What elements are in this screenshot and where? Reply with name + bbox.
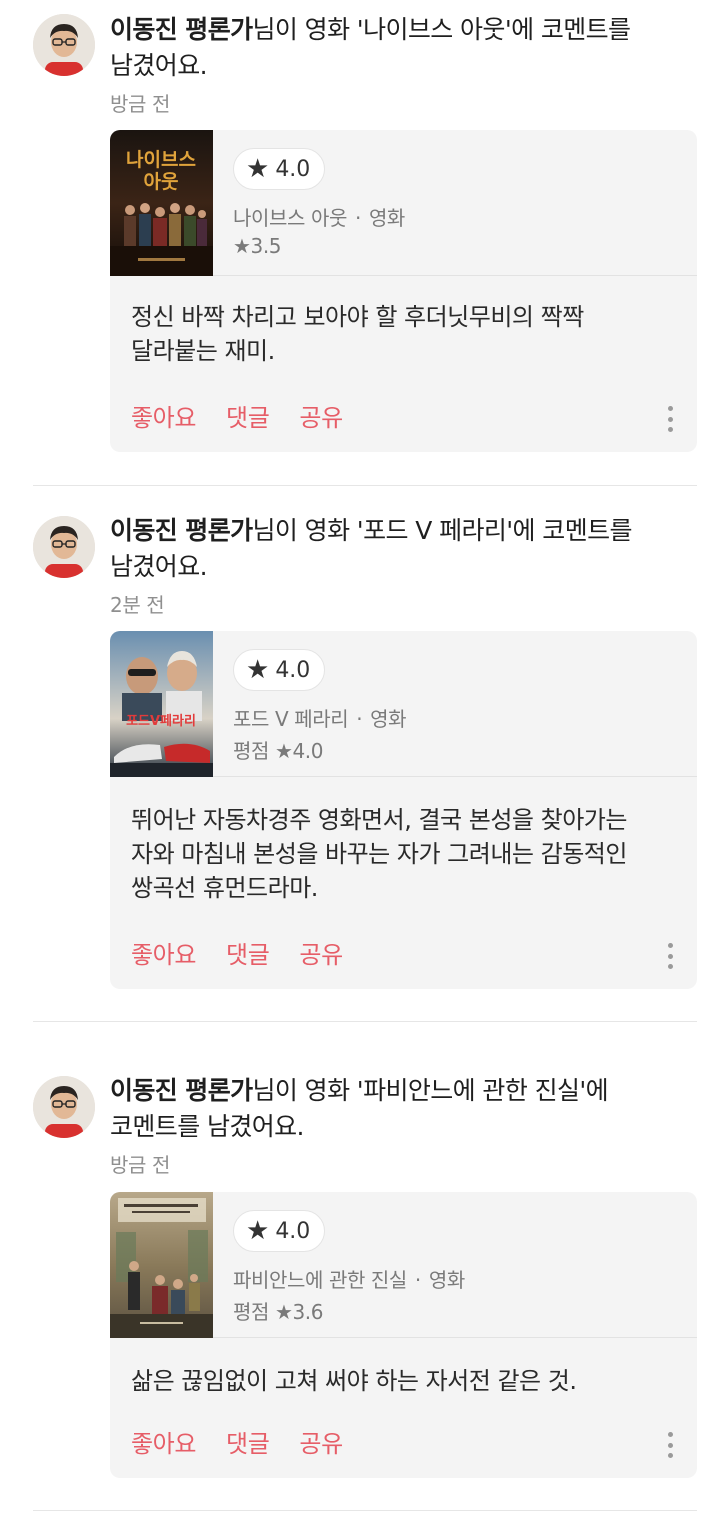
action-bar: 좋아요 댓글 공유 [131,935,343,970]
star-icon: ★ [246,154,270,184]
share-button[interactable]: 공유 [299,398,343,433]
movie-meta: 나이브스 아웃 · 영화 [233,202,405,231]
comment-text[interactable]: 정신 바짝 차리고 보아야 할 후더닛무비의 짝짝 달라붙는 재미. [131,300,681,368]
rating-value: 4.0 [275,657,311,683]
comment-line: 쌍곡선 휴먼드라마. [131,874,318,902]
star-icon: ★ [246,655,270,685]
comment-text[interactable]: 삶은 끊임없이 고쳐 써야 하는 자서전 같은 것. [131,1364,681,1398]
movie-category: 영화 [370,707,407,731]
average-rating: ★3.5 [233,234,282,258]
activity-text-2: 코멘트를 남겼어요. [110,1112,305,1141]
like-button[interactable]: 좋아요 [131,1424,196,1459]
comment-card[interactable]: 포드V페라리 ★ 4.0 포드 V 페라리 · 영화 평점 ★4.0 뛰어난 자동차… [110,631,697,989]
share-button[interactable]: 공유 [299,1424,343,1459]
activity-text: 님이 영화 '나이브스 아웃'에 코멘트를 [252,15,632,44]
separator-dot: · [414,1268,421,1292]
movie-poster[interactable] [110,1192,213,1338]
poster-image: 나이브스 아웃 [110,130,213,276]
my-rating-badge: ★ 4.0 [233,148,326,190]
user-name[interactable]: 이동진 평론가 [110,1076,253,1105]
like-button[interactable]: 좋아요 [131,398,196,433]
timestamp: 방금 전 [110,1153,170,1177]
more-dot [667,1442,673,1448]
poster-title-1: 나이브스 [126,149,196,171]
activity-headline: 이동진 평론가님이 영화 '파비안느에 관한 진실'에 코멘트를 남겼어요. [110,1073,680,1145]
more-dot [667,427,673,432]
user-name[interactable]: 이동진 평론가 [110,516,253,545]
separator-dot: · [354,206,361,230]
divider [33,485,697,486]
comment-card[interactable]: ★ 4.0 파비안느에 관한 진실 · 영화 평점 ★3.6 삶은 끊임없이 고쳐 … [110,1192,697,1478]
movie-info[interactable]: 포드V페라리 ★ 4.0 포드 V 페라리 · 영화 평점 ★4.0 [110,631,697,777]
like-button[interactable]: 좋아요 [131,935,196,970]
timestamp: 방금 전 [110,92,170,116]
movie-poster[interactable]: 나이브스 아웃 [110,130,213,276]
reply-button[interactable]: 댓글 [226,398,270,433]
more-options-icon[interactable] [663,1430,677,1460]
divider [33,1510,697,1511]
avatar-image [33,14,95,76]
more-dot [667,953,673,959]
movie-info[interactable]: 나이브스 아웃 ★ 4.0 나이브스 아웃 · 영화 ★3.5 [110,130,697,276]
star-icon: ★ [246,1216,270,1246]
my-rating-badge: ★ 4.0 [233,649,326,691]
reply-button[interactable]: 댓글 [226,935,270,970]
my-rating-badge: ★ 4.0 [233,1210,326,1252]
average-rating: 평점 ★4.0 [233,739,324,763]
activity-text: 님이 영화 '포드 V 페라리'에 코멘트를 [252,516,633,545]
activity-text-2: 남겼어요. [110,552,208,581]
rating-value: 4.0 [275,156,311,182]
action-bar: 좋아요 댓글 공유 [131,1424,343,1459]
rating-value: 4.0 [275,1218,311,1244]
more-dot [667,1453,673,1458]
divider [33,1021,697,1022]
movie-meta: 포드 V 페라리 · 영화 [233,703,407,732]
comment-card[interactable]: 나이브스 아웃 ★ 4.0 나이브스 아웃 · 영화 ★3.5 정신 바짝 차리… [110,130,697,452]
movie-info[interactable]: ★ 4.0 파비안느에 관한 진실 · 영화 평점 ★3.6 [110,1192,697,1338]
avatar[interactable] [33,516,95,578]
poster-title: 포드V페라리 [126,713,196,729]
comment-text[interactable]: 뛰어난 자동차경주 영화면서, 결국 본성을 찾아가는 자와 마침내 본성을 바… [131,803,681,905]
movie-category: 영화 [368,206,405,230]
avatar[interactable] [33,14,95,76]
avatar[interactable] [33,1076,95,1138]
share-button[interactable]: 공유 [299,935,343,970]
comment-line: 뛰어난 자동차경주 영화면서, 결국 본성을 찾아가는 [131,806,627,834]
avatar-image [33,516,95,578]
movie-poster[interactable]: 포드V페라리 [110,631,213,777]
activity-text: 님이 영화 '파비안느에 관한 진실'에 [252,1076,609,1105]
more-options-icon[interactable] [663,404,677,434]
comment-line: 자와 마침내 본성을 바꾸는 자가 그려내는 감동적인 [131,840,627,868]
movie-title[interactable]: 포드 V 페라리 [233,707,349,731]
movie-title[interactable]: 파비안느에 관한 진실 [233,1268,407,1292]
activity-headline: 이동진 평론가님이 영화 '나이브스 아웃'에 코멘트를 남겼어요. [110,12,680,84]
more-dot [667,416,673,422]
movie-category: 영화 [428,1268,465,1292]
movie-title[interactable]: 나이브스 아웃 [233,206,347,230]
more-dot [667,964,673,969]
more-dot [667,943,673,948]
separator-dot: · [356,707,363,731]
comment-line: 정신 바짝 차리고 보아야 할 후더닛무비의 짝짝 [131,303,584,331]
comment-line: 삶은 끊임없이 고쳐 써야 하는 자서전 같은 것. [131,1367,577,1395]
reply-button[interactable]: 댓글 [226,1424,270,1459]
more-dot [667,1432,673,1437]
poster-image: 포드V페라리 [110,631,213,777]
more-options-icon[interactable] [663,941,677,971]
user-name[interactable]: 이동진 평론가 [110,15,253,44]
more-dot [667,406,673,411]
movie-meta: 파비안느에 관한 진실 · 영화 [233,1264,465,1293]
activity-text-2: 남겼어요. [110,51,208,80]
activity-headline: 이동진 평론가님이 영화 '포드 V 페라리'에 코멘트를 남겼어요. [110,513,680,585]
comment-line: 달라붙는 재미. [131,337,275,365]
avatar-image [33,1076,95,1138]
poster-image [110,1192,213,1338]
poster-title-2: 아웃 [144,171,179,193]
average-rating: 평점 ★3.6 [233,1300,324,1324]
action-bar: 좋아요 댓글 공유 [131,398,343,433]
timestamp: 2분 전 [110,593,165,617]
